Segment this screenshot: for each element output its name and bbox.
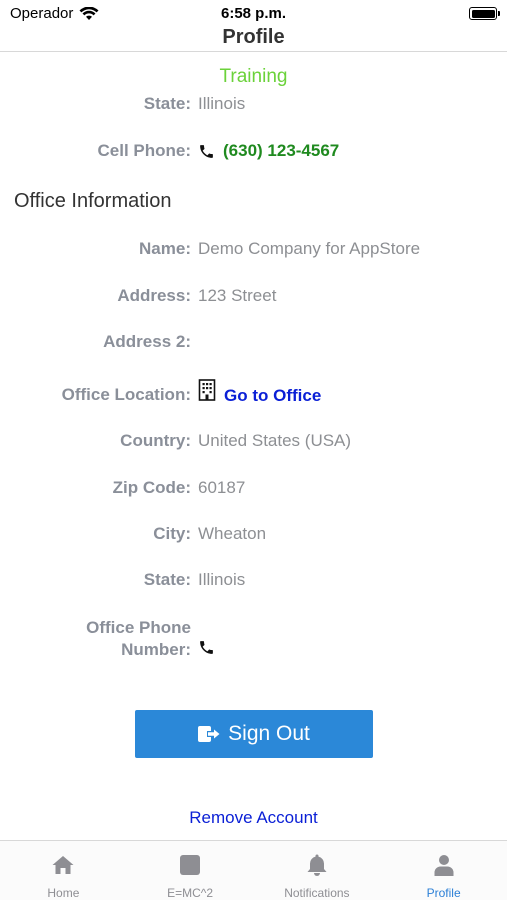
office-phone-label: Office Phone Number:: [86, 617, 191, 661]
office-zip-label: Zip Code:: [112, 478, 191, 497]
page-title: Profile: [222, 26, 285, 48]
office-phone-label-line2: Number:: [121, 640, 191, 659]
office-city-label: City:: [153, 524, 191, 543]
state-value: Illinois: [198, 96, 246, 113]
office-address2-row: Address 2:: [0, 332, 507, 358]
phone-icon: [200, 641, 213, 654]
tab-profile[interactable]: Profile: [380, 841, 507, 900]
office-country-value: United States (USA): [198, 431, 352, 450]
tab-home-label: Home: [47, 886, 80, 900]
office-address2-label: Address 2:: [103, 332, 191, 351]
user-icon: [434, 855, 454, 876]
tab-home[interactable]: Home: [0, 841, 127, 900]
cell-phone-label: Cell Phone:: [97, 141, 191, 160]
building-icon: [198, 379, 216, 401]
office-location-row: Office Location: Go to Office: [0, 379, 507, 411]
remove-account-link[interactable]: Remove Account: [0, 808, 507, 828]
cell-phone-link[interactable]: (630) 123-4567: [223, 141, 339, 161]
bell-icon: [307, 854, 327, 876]
training-label: Training: [219, 66, 288, 87]
office-city-value: Wheaton: [198, 524, 267, 543]
personal-state-row: State: Illinois: [0, 96, 507, 120]
profile-content[interactable]: State: Illinois Cell Phone: (630) 123-45…: [0, 96, 507, 840]
office-state-label: State:: [143, 570, 191, 589]
sign-out-icon: [198, 726, 220, 742]
office-address-row: Address: 123 Street: [0, 286, 507, 312]
office-section-title: Office Information: [14, 190, 172, 212]
status-bar: Operador 6:58 p.m.: [0, 0, 507, 26]
tab-notifications-label: Notifications: [284, 886, 350, 900]
cell-phone-row: Cell Phone: (630) 123-4567: [0, 141, 507, 167]
status-time: 6:58 p.m.: [220, 5, 287, 22]
tab-emc2-label: E=MC^2: [167, 886, 214, 900]
office-state-row: State: Illinois: [0, 570, 507, 596]
office-address-value: 123 Street: [198, 286, 277, 305]
office-state-value: Illinois: [198, 570, 246, 589]
sign-out-label: Sign Out: [228, 722, 310, 745]
phone-icon: [200, 144, 213, 158]
office-phone-label-line1: Office Phone: [86, 618, 191, 637]
go-to-office-link[interactable]: Go to Office: [224, 386, 321, 406]
tab-bar: Home E=MC^2 Notifications Profile: [0, 840, 507, 900]
battery-icon: [469, 7, 500, 20]
office-location-value[interactable]: Go to Office: [198, 379, 321, 405]
office-phone-value[interactable]: [198, 639, 215, 656]
office-city-row: City: Wheaton: [0, 524, 507, 550]
tab-notifications[interactable]: Notifications: [254, 841, 381, 900]
office-name-row: Name: Demo Company for AppStore: [0, 239, 507, 265]
office-phone-row: Office Phone Number:: [0, 617, 507, 665]
tab-profile-label: Profile: [426, 886, 461, 900]
office-name-value: Demo Company for AppStore: [198, 239, 421, 258]
square-icon: [180, 855, 201, 875]
cell-phone-value[interactable]: (630) 123-4567: [198, 141, 339, 161]
home-icon: [52, 856, 74, 874]
office-name-label: Name:: [139, 239, 191, 258]
office-location-label: Office Location:: [61, 385, 191, 404]
office-zip-value: 60187: [198, 478, 246, 497]
office-country-row: Country: United States (USA): [0, 431, 507, 457]
sign-out-button[interactable]: Sign Out: [135, 710, 373, 758]
office-address-label: Address:: [117, 286, 191, 305]
state-label: State:: [143, 96, 191, 113]
tab-emc2[interactable]: E=MC^2: [127, 841, 254, 900]
office-country-label: Country:: [120, 431, 191, 450]
office-zip-row: Zip Code: 60187: [0, 478, 507, 504]
nav-bar: Profile: [0, 26, 507, 52]
